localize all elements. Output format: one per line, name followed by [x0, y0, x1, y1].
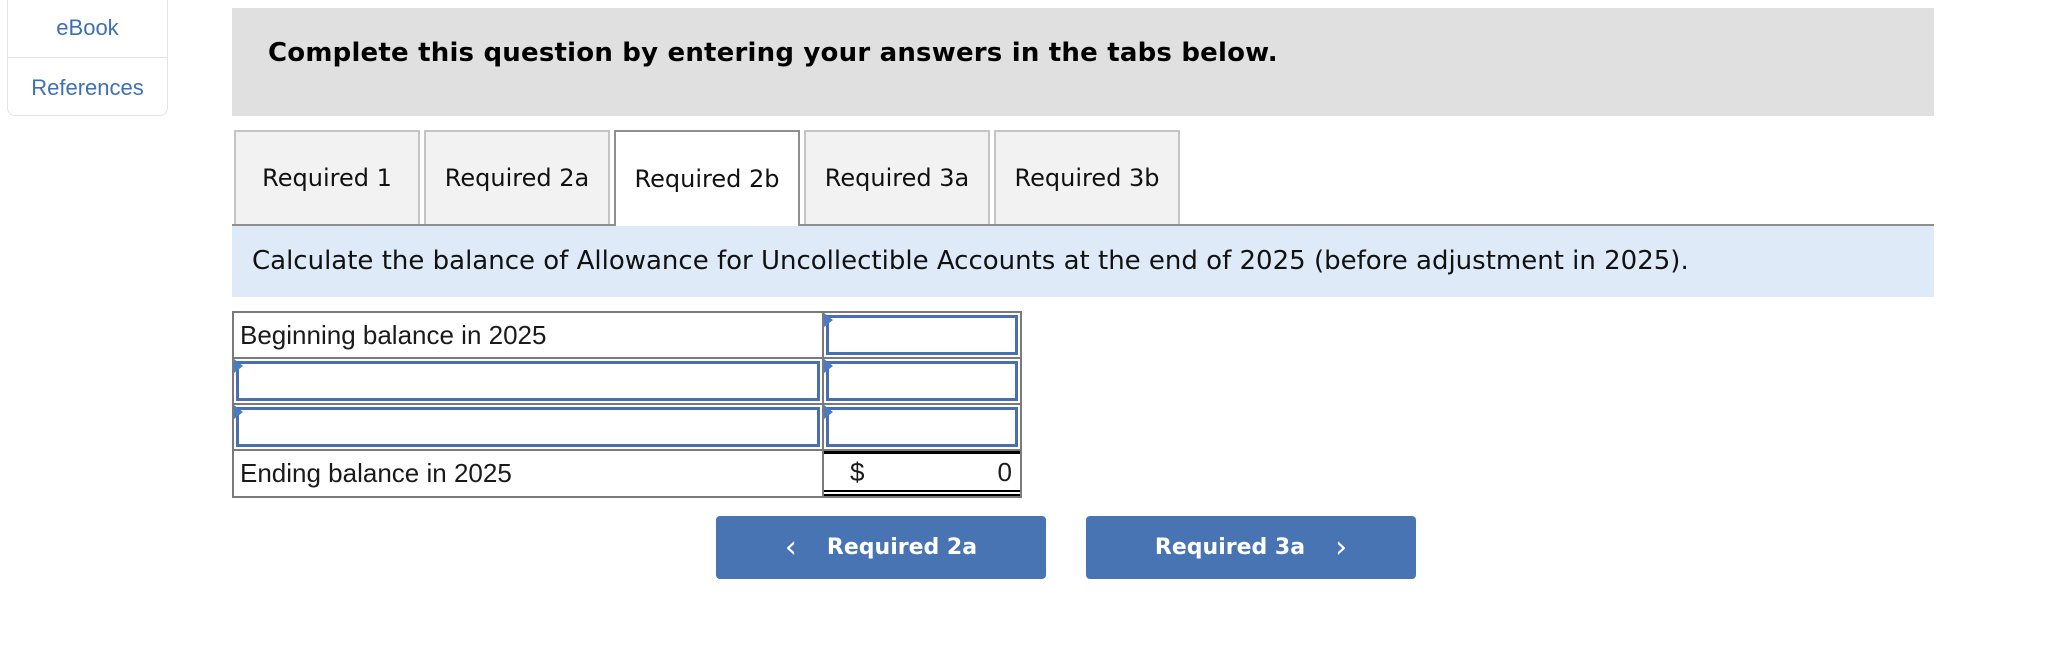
sidebar-item-references[interactable]: References [8, 58, 167, 117]
sidebar: eBook References [7, 0, 168, 116]
row-3-amount-input[interactable] [826, 407, 1018, 447]
row-3-label-input[interactable] [236, 407, 820, 447]
tab-required-2b[interactable]: Required 2b [614, 130, 800, 226]
tab-required-3a[interactable]: Required 3a [804, 130, 990, 224]
table-row [234, 405, 1020, 451]
instructions-text: Complete this question by entering your … [268, 38, 1278, 68]
tab-bar: Required 1 Required 2a Required 2b Requi… [232, 130, 1934, 226]
prev-required-2a-button[interactable]: ‹ Required 2a [716, 516, 1046, 579]
currency-symbol: $ [850, 456, 865, 487]
question-banner: Calculate the balance of Allowance for U… [232, 226, 1934, 297]
instructions-banner: Complete this question by entering your … [232, 8, 1934, 116]
prev-button-label: Required 2a [826, 535, 978, 560]
value-cell [824, 313, 1020, 357]
ending-balance-cell: $ 0 [824, 451, 1020, 496]
row-label: Ending balance in 2025 [234, 451, 824, 496]
value-cell [824, 359, 1020, 403]
sidebar-item-ebook[interactable]: eBook [8, 0, 167, 58]
next-button-label: Required 3a [1154, 535, 1306, 560]
chevron-right-icon: › [1335, 530, 1348, 565]
chevron-left-icon: ‹ [784, 530, 797, 565]
row-label: Beginning balance in 2025 [234, 313, 824, 357]
row-2-label-input[interactable] [236, 361, 820, 401]
table-row-beginning-balance: Beginning balance in 2025 [234, 313, 1020, 359]
answer-table: Beginning balance in 2025 Ending balance… [232, 311, 1022, 498]
tab-required-3b[interactable]: Required 3b [994, 130, 1180, 224]
input-marker-icon [234, 359, 243, 373]
ending-balance-total: $ 0 [824, 451, 1020, 496]
ending-balance-value: 0 [997, 456, 1012, 487]
tab-required-1[interactable]: Required 1 [234, 130, 420, 224]
question-text: Calculate the balance of Allowance for U… [252, 246, 1689, 276]
next-required-3a-button[interactable]: Required 3a › [1086, 516, 1416, 579]
input-marker-icon [234, 405, 243, 419]
beginning-balance-input[interactable] [826, 315, 1018, 355]
tab-required-2a[interactable]: Required 2a [424, 130, 610, 224]
row-2-amount-input[interactable] [826, 361, 1018, 401]
label-cell [234, 359, 824, 403]
label-cell [234, 405, 824, 449]
value-cell [824, 405, 1020, 449]
table-row-ending-balance: Ending balance in 2025 $ 0 [234, 451, 1020, 496]
table-row [234, 359, 1020, 405]
input-marker-icon [824, 359, 833, 373]
input-marker-icon [824, 405, 833, 419]
input-marker-icon [824, 313, 833, 327]
